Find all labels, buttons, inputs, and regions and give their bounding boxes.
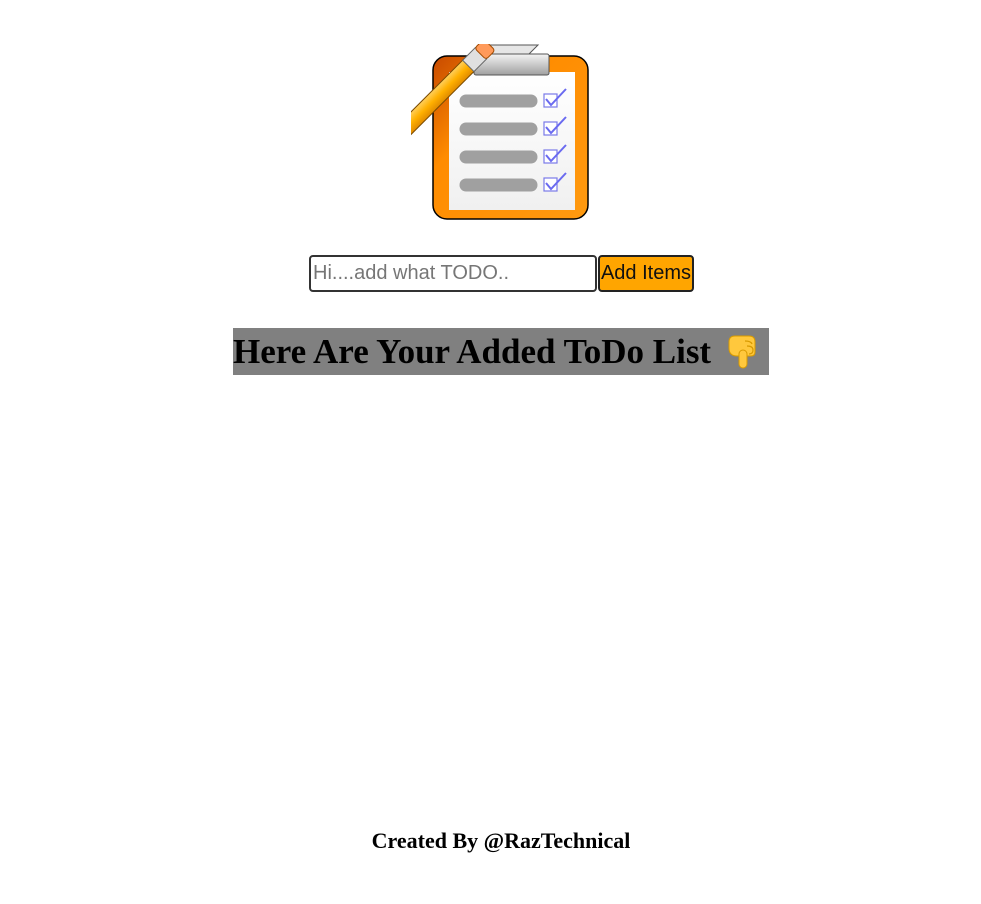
list-heading: Here Are Your Added ToDo List [233, 328, 769, 375]
todo-logo [361, 39, 591, 222]
list-heading-text: Here Are Your Added ToDo List [233, 332, 712, 371]
footer-credit: Created By @RazTechnical [371, 828, 631, 853]
clipboard-checklist-pencil-icon [361, 39, 589, 220]
add-todo-form: Add Items [309, 255, 694, 292]
backhand-index-pointing-down-icon [723, 332, 763, 372]
todo-input[interactable] [309, 255, 597, 292]
add-items-button[interactable]: Add Items [598, 255, 694, 292]
